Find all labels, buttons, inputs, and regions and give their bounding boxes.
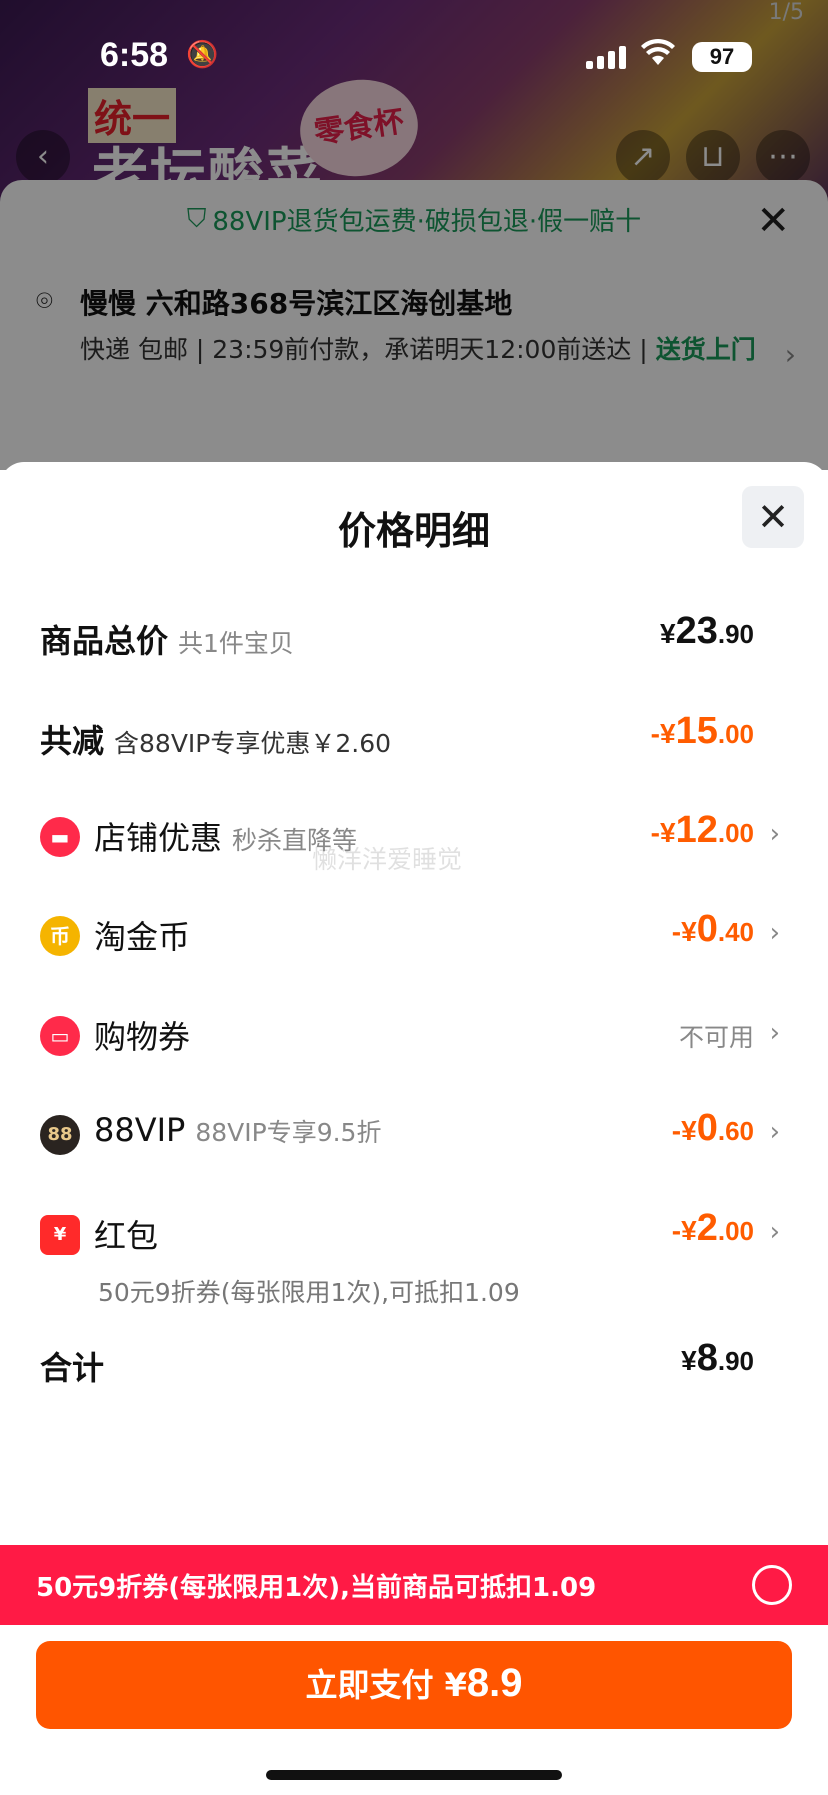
row-88vip[interactable]: 88 88VIP 88VIP专享9.5折 -¥0.60 › (40, 1105, 788, 1165)
row-total-discount: 共减 含88VIP专享优惠￥2.60 -¥15.00 (40, 708, 788, 768)
signal-icon (586, 46, 626, 69)
voucher-icon: ▭ (40, 1016, 80, 1056)
battery-icon: 97 (692, 42, 752, 72)
row-value: -¥15.00 (650, 710, 754, 752)
coupon-bar-text: 50元9折券(每张限用1次),当前商品可抵扣1.09 (36, 1573, 597, 1603)
row-item-total: 商品总价 共1件宝贝 ¥23.90 (40, 608, 788, 668)
coin-icon: 币 (40, 916, 80, 956)
row-label: 合计 (40, 1349, 105, 1387)
wifi-icon (640, 36, 676, 76)
status-bar: 6:58 🔕 97 (0, 30, 828, 86)
row-sub: 共1件宝贝 (178, 629, 294, 658)
chevron-right-icon: › (769, 918, 780, 948)
row-label: 红包 (94, 1217, 159, 1255)
pay-button-label: 立即支付 (305, 1666, 445, 1704)
bell-muted-icon: 🔕 (186, 40, 219, 70)
sheet-title: 价格明细 (337, 509, 490, 553)
row-label: 88VIP (94, 1111, 186, 1149)
red-packet-icon: ¥ (40, 1215, 80, 1255)
chevron-right-icon: › (769, 1217, 780, 1247)
chevron-right-icon: › (769, 1018, 780, 1048)
row-value: -¥0.40 (671, 908, 754, 950)
row-value: -¥2.00 (671, 1207, 754, 1249)
row-label: 共减 (40, 722, 105, 760)
row-grand-total: 合计 ¥8.90 (40, 1335, 788, 1395)
row-value: ¥23.90 (659, 610, 754, 652)
shop-coupon-icon: ▬ (40, 817, 80, 857)
row-value: -¥0.60 (671, 1107, 754, 1149)
coupon-radio[interactable] (752, 1565, 792, 1605)
status-time: 6:58 (100, 36, 169, 74)
pay-amount: 8.9 (466, 1661, 523, 1705)
row-value: -¥12.00 (650, 809, 754, 851)
row-label: 淘金币 (94, 918, 191, 956)
row-value: ¥8.90 (681, 1337, 754, 1379)
row-shop-discount[interactable]: ▬ 店铺优惠 秒杀直降等 -¥12.00 › (40, 807, 788, 867)
chevron-right-icon: › (769, 819, 780, 849)
row-status: 不可用 (678, 1023, 754, 1052)
red-packet-note: 50元9折券(每张限用1次),可抵扣1.09 (98, 1278, 520, 1307)
row-shopping-voucher[interactable]: ▭ 购物券 不可用 › (40, 1006, 788, 1066)
home-indicator[interactable] (266, 1770, 562, 1780)
chevron-right-icon: › (769, 1117, 780, 1147)
row-label: 购物券 (94, 1018, 191, 1056)
row-label: 商品总价 (40, 622, 169, 660)
row-sub: 88VIP专享9.5折 (195, 1118, 382, 1147)
row-sub: 含88VIP专享优惠￥2.60 (114, 729, 392, 758)
row-label: 店铺优惠 (94, 819, 223, 857)
coupon-bar[interactable]: 50元9折券(每张限用1次),当前商品可抵扣1.09 (0, 1545, 828, 1625)
close-button[interactable]: ✕ (742, 486, 804, 548)
vip-88-icon: 88 (40, 1115, 80, 1155)
pay-now-button[interactable]: 立即支付 ¥8.9 (36, 1641, 792, 1729)
row-taobao-coin[interactable]: 币 淘金币 -¥0.40 › (40, 906, 788, 966)
pay-currency: ¥ (444, 1666, 467, 1704)
row-sub: 秒杀直降等 (232, 826, 358, 855)
row-red-packet[interactable]: ¥ 红包 -¥2.00 › 50元9折券(每张限用1次),可抵扣1.09 (40, 1205, 788, 1307)
